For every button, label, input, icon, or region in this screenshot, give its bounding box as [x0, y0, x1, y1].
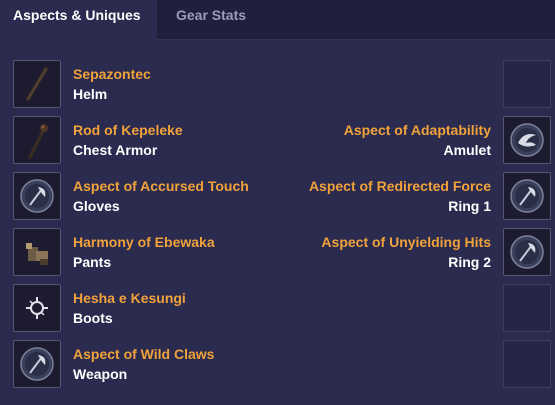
- item-name-weapon: Aspect of Wild Claws: [73, 346, 215, 362]
- empty-slot-6[interactable]: [503, 340, 551, 388]
- slot-label-boots: Boots: [73, 310, 113, 326]
- tab-bar: Aspects & Uniques Gear Stats: [0, 0, 555, 41]
- weapon-slot-icon[interactable]: [13, 340, 61, 388]
- ring1-slot-icon[interactable]: [503, 172, 551, 220]
- empty-slot-5[interactable]: [503, 284, 551, 332]
- rod-icon: [14, 117, 60, 163]
- item-name-ring2: Aspect of Unyielding Hits: [321, 234, 491, 250]
- item-name-helm: Sepazontec: [73, 66, 151, 82]
- staff-icon: [14, 61, 60, 107]
- slot-label-weapon: Weapon: [73, 366, 128, 382]
- aspect-swirl-icon: [504, 117, 550, 163]
- slot-label-ring1: Ring 1: [448, 198, 491, 214]
- slot-label-gloves: Gloves: [73, 198, 120, 214]
- aspect-axe-icon: [14, 173, 60, 219]
- ring2-slot-icon[interactable]: [503, 228, 551, 276]
- sigil-icon: [14, 285, 60, 331]
- item-name-pants: Harmony of Ebewaka: [73, 234, 215, 250]
- item-name-ring1: Aspect of Redirected Force: [308, 178, 491, 194]
- item-name-boots: Hesha e Kesungi: [73, 290, 186, 306]
- aspect-axe-icon: [504, 173, 550, 219]
- aspect-axe-icon: [14, 341, 60, 387]
- gloves-slot-icon[interactable]: [13, 172, 61, 220]
- slot-label-ring2: Ring 2: [448, 254, 491, 270]
- chest-slot-icon[interactable]: [13, 116, 61, 164]
- amulet-slot-icon[interactable]: [503, 116, 551, 164]
- tab-gear-stats[interactable]: Gear Stats: [176, 0, 246, 40]
- pants-slot-icon[interactable]: [13, 228, 61, 276]
- item-name-gloves: Aspect of Accursed Touch: [73, 178, 249, 194]
- slot-label-amulet: Amulet: [443, 142, 491, 158]
- empty-slot-1[interactable]: [503, 60, 551, 108]
- boots-slot-icon[interactable]: [13, 284, 61, 332]
- tab-aspects-uniques[interactable]: Aspects & Uniques: [0, 0, 157, 41]
- item-name-amulet: Aspect of Adaptability: [343, 122, 491, 138]
- slot-label-chest: Chest Armor: [73, 142, 158, 158]
- slot-label-pants: Pants: [73, 254, 112, 270]
- item-name-chest: Rod of Kepeleke: [73, 122, 183, 138]
- slot-label-helm: Helm: [73, 86, 108, 102]
- totem-icon: [14, 229, 60, 275]
- helm-slot-icon[interactable]: [13, 60, 61, 108]
- aspect-axe-icon: [504, 229, 550, 275]
